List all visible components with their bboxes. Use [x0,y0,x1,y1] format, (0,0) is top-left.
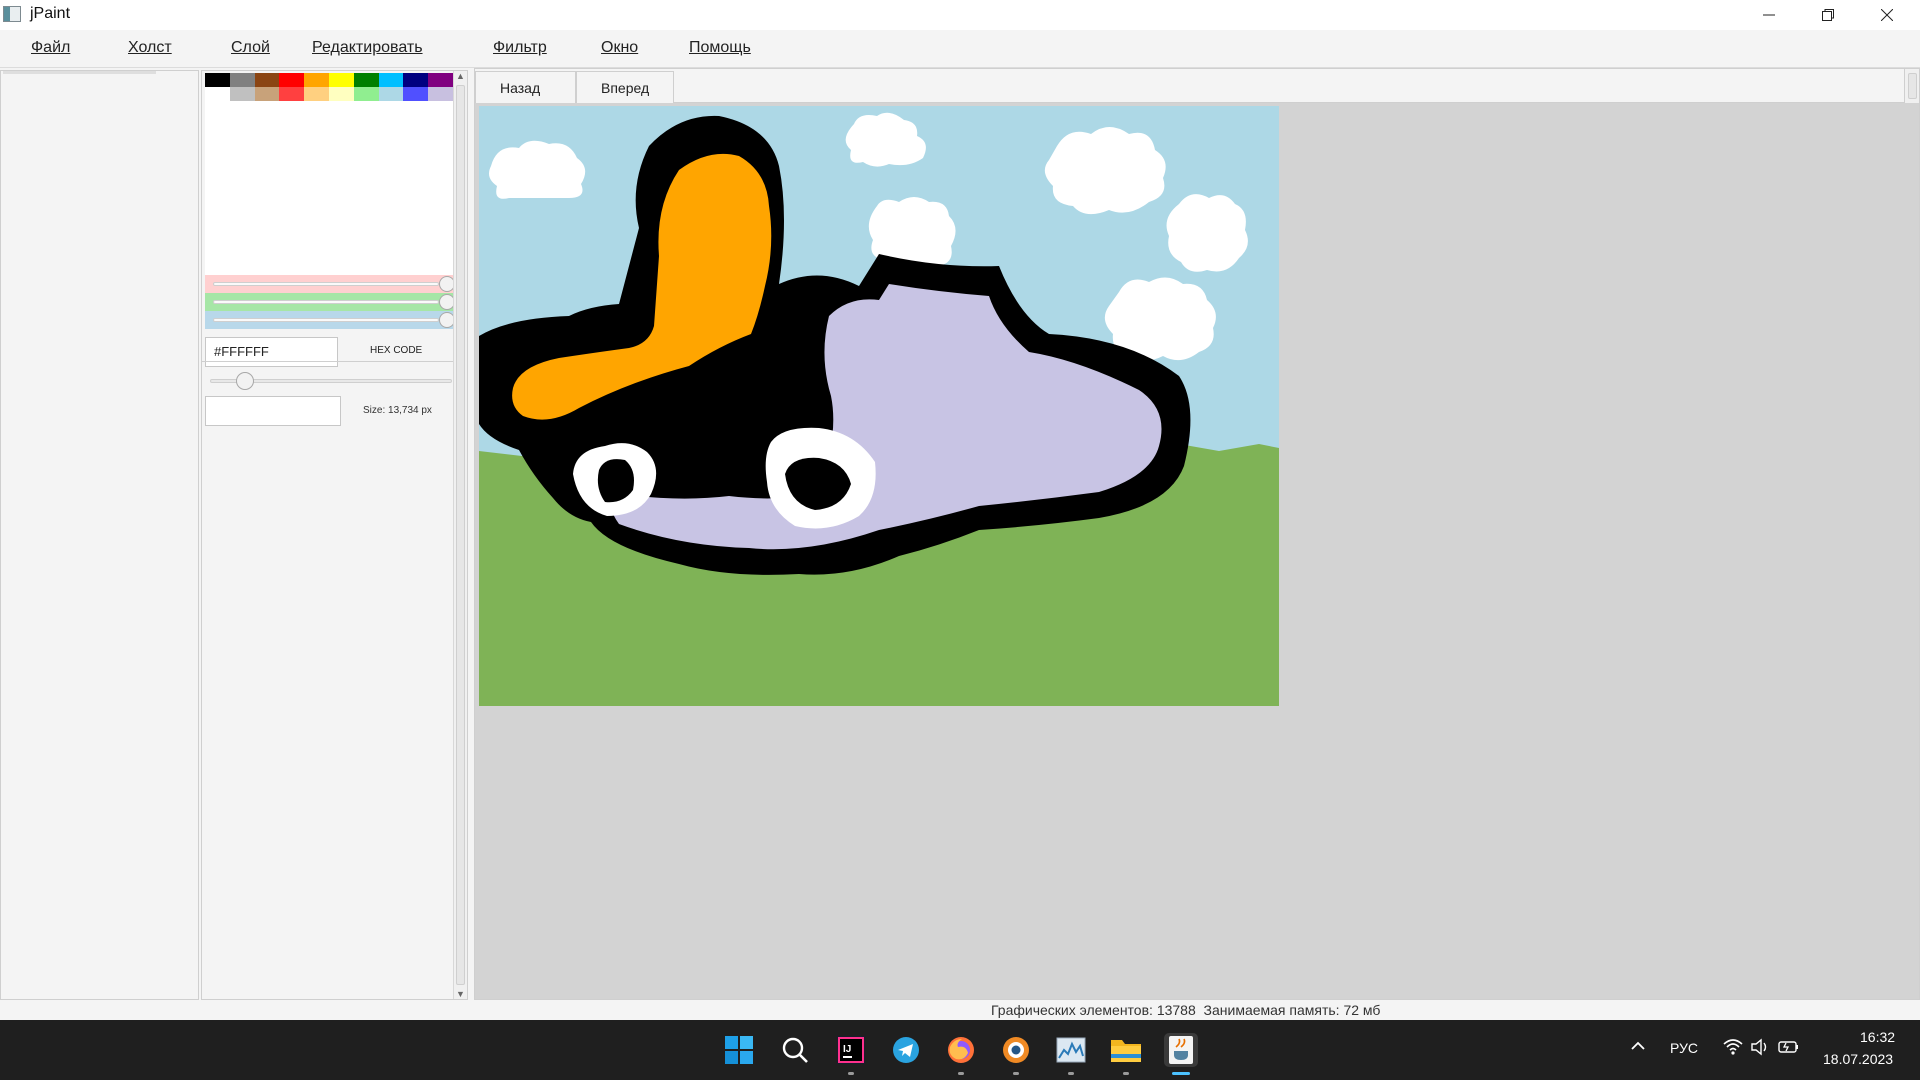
close-icon [1881,9,1893,21]
brush-size-handle[interactable] [236,372,254,390]
intellij-running-indicator [848,1072,854,1075]
palette-swatch[interactable] [328,87,354,101]
restore-button[interactable] [1799,0,1857,30]
palette-swatch[interactable] [229,87,255,101]
status-text: Графических элементов: 13788 Занимаемая … [991,1002,1381,1018]
palette-swatch[interactable] [428,73,453,87]
brush-size-label: Size: 13,734 px [363,405,432,416]
telegram-icon[interactable] [889,1033,923,1067]
stocks-icon[interactable] [1054,1033,1088,1067]
minimize-icon [1763,14,1775,16]
search-icon[interactable] [778,1033,812,1067]
drawing-canvas[interactable] [479,106,1279,706]
green-slider[interactable] [205,293,455,311]
firefox-running-indicator [958,1072,964,1075]
file-explorer-icon[interactable] [1109,1033,1143,1067]
explorer-running-indicator [1123,1072,1129,1075]
color-palette [205,73,453,101]
palette-swatch[interactable] [378,73,404,87]
palette-swatch[interactable] [279,73,305,87]
green-slider-track [213,300,439,304]
status-bar: Графических элементов: 13788 Занимаемая … [0,1000,1920,1020]
brush-size-slider[interactable] [208,371,454,391]
scroll-down-icon[interactable]: ▼ [456,989,465,999]
red-slider[interactable] [205,275,455,293]
hex-code-input[interactable]: #FFFFFF [205,337,338,367]
brush-size-input[interactable] [205,396,341,426]
palette-swatch[interactable] [254,73,280,87]
blender-running-indicator [1013,1072,1019,1075]
volume-icon[interactable] [1750,1038,1770,1059]
tools-scrollbar[interactable]: ▲ ▼ [453,71,467,999]
palette-swatch[interactable] [378,87,404,101]
wifi-icon[interactable] [1723,1038,1743,1059]
menu-help[interactable]: Помощь [689,39,751,57]
stocks-running-indicator [1068,1072,1074,1075]
blue-slider-track [213,318,439,322]
canvas-area: Назад Вперед [474,68,1920,1000]
tools-scrollbar-thumb[interactable] [456,85,465,985]
clock-date[interactable]: 18.07.2023 [1823,1051,1893,1067]
menu-file[interactable]: Файл [31,39,70,57]
language-indicator[interactable]: РУС [1670,1040,1698,1056]
java-active-indicator [1172,1072,1190,1075]
blender-icon[interactable] [999,1033,1033,1067]
palette-swatch[interactable] [205,87,230,101]
firefox-icon[interactable] [944,1033,978,1067]
app-icon [3,6,21,22]
red-slider-track [213,282,439,286]
scroll-up-icon[interactable]: ▲ [456,71,465,81]
tools-panel: #FFFFFF HEX CODE Size: 13,734 px ▲ ▼ [201,70,468,1000]
palette-swatch[interactable] [403,73,429,87]
toolbar-scrollbar[interactable] [1904,69,1919,103]
palette-swatch[interactable] [328,73,354,87]
layers-panel-header [3,71,156,74]
menu-window[interactable]: Окно [601,39,638,57]
palette-swatch[interactable] [279,87,305,101]
hex-code-label: HEX CODE [370,345,423,356]
palette-swatch[interactable] [254,87,280,101]
close-button[interactable] [1858,0,1916,30]
tray-overflow-icon[interactable] [1630,1038,1646,1057]
menu-filter[interactable]: Фильтр [493,39,547,57]
palette-swatch[interactable] [304,73,329,87]
blue-slider[interactable] [205,311,455,329]
restore-icon [1822,9,1834,21]
palette-swatch[interactable] [403,87,429,101]
menu-bar: Файл Холст Слой Редактировать Фильтр Окн… [0,30,1920,68]
tools-divider [202,361,453,362]
palette-swatch[interactable] [428,87,453,101]
palette-swatch[interactable] [229,73,255,87]
minimize-button[interactable] [1740,0,1798,30]
palette-swatch[interactable] [304,87,329,101]
menu-edit[interactable]: Редактировать [312,39,423,57]
undo-button[interactable]: Назад [475,71,576,103]
color-preview-area [205,101,453,279]
redo-button[interactable]: Вперед [576,71,674,103]
canvas-scroll-region[interactable] [1904,103,1919,999]
start-icon[interactable] [722,1033,756,1067]
toolbar-scrollbar-thumb[interactable] [1908,73,1917,99]
palette-swatch[interactable] [353,87,379,101]
intellij-icon[interactable]: IJ [834,1033,868,1067]
layers-panel [0,70,199,1000]
clock-time[interactable]: 16:32 [1860,1029,1895,1045]
svg-text:IJ: IJ [843,1044,851,1055]
window-title: jPaint [30,5,71,22]
title-bar: jPaint [0,0,1920,30]
history-toolbar: Назад Вперед [475,69,1919,103]
palette-swatch[interactable] [353,73,379,87]
menu-layer[interactable]: Слой [231,39,270,57]
taskbar: IJ РУС 16:32 18.07.2023 [0,1020,1920,1080]
java-icon[interactable] [1164,1033,1198,1067]
palette-swatch[interactable] [205,73,230,87]
battery-icon[interactable] [1778,1038,1800,1059]
menu-canvas[interactable]: Холст [128,39,172,57]
